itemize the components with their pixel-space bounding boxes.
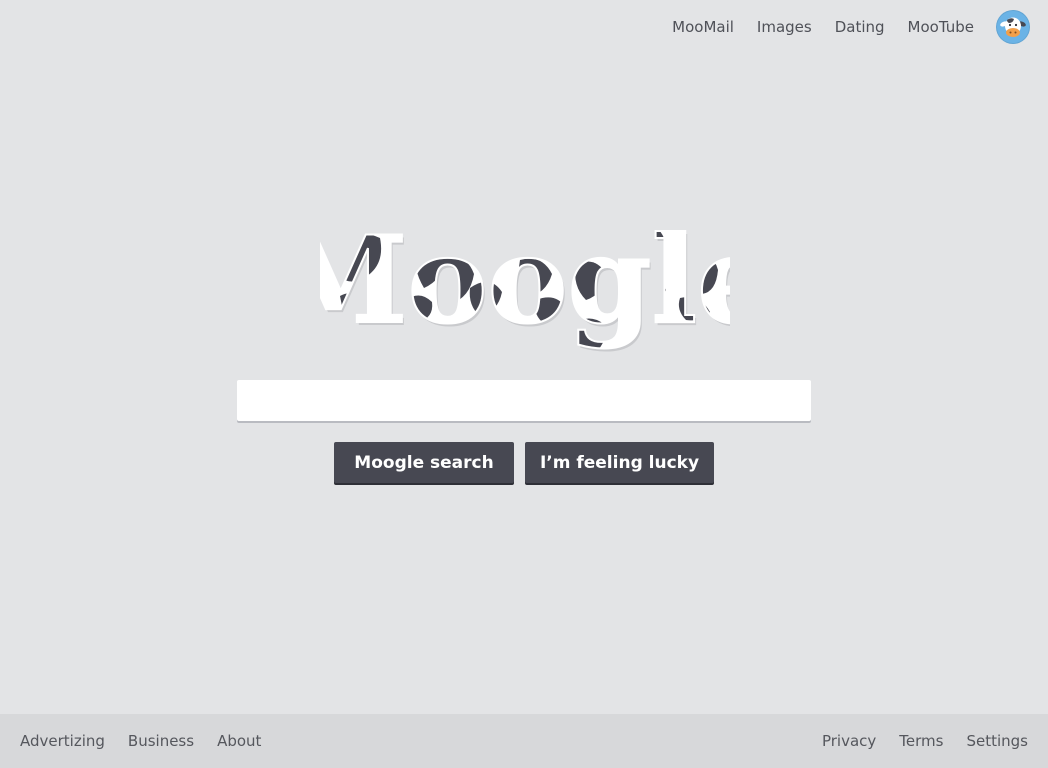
footer: Advertizing Business About Privacy Terms… — [0, 714, 1048, 768]
nav-link-moomail[interactable]: MooMail — [672, 18, 734, 36]
feeling-lucky-button[interactable]: I’m feeling lucky — [525, 442, 714, 483]
footer-link-business[interactable]: Business — [128, 732, 194, 750]
footer-left: Advertizing Business About — [20, 732, 284, 750]
moogle-search-button[interactable]: Moogle search — [334, 442, 514, 483]
nav-link-mootube[interactable]: MooTube — [908, 18, 974, 36]
footer-right: Privacy Terms Settings — [799, 732, 1028, 750]
cow-avatar-icon — [1000, 17, 1026, 37]
footer-link-terms[interactable]: Terms — [899, 732, 943, 750]
moogle-logo-art: Moogle Moogle — [274, 209, 776, 354]
nav-link-images[interactable]: Images — [757, 18, 812, 36]
top-nav: MooMail Images Dating MooTube — [672, 10, 1030, 44]
moogle-logo: Moogle Moogle — [274, 208, 776, 368]
footer-link-advertizing[interactable]: Advertizing — [20, 732, 105, 750]
footer-link-about[interactable]: About — [217, 732, 261, 750]
logo-text: Moogle — [320, 210, 730, 351]
page: MooMail Images Dating MooTube Moogl Moog… — [0, 0, 1048, 768]
footer-link-privacy[interactable]: Privacy — [822, 732, 876, 750]
avatar[interactable] — [996, 10, 1030, 44]
nav-link-dating[interactable]: Dating — [835, 18, 885, 36]
search-input[interactable] — [237, 380, 811, 421]
footer-link-settings[interactable]: Settings — [966, 732, 1028, 750]
